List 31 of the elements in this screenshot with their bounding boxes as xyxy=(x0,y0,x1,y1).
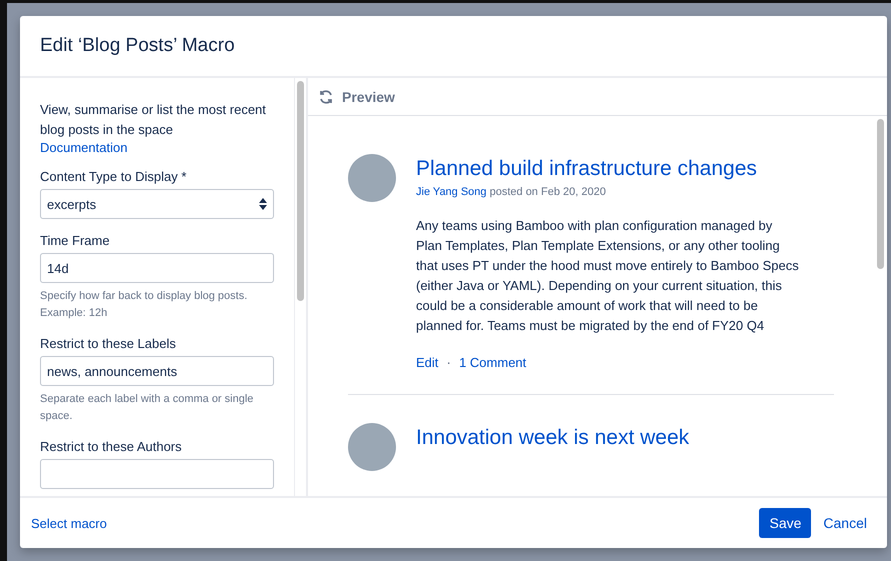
save-button[interactable]: Save xyxy=(759,508,812,538)
post-title-link[interactable]: Planned build infrastructure changes xyxy=(416,154,801,184)
post-action-link[interactable]: 1 Comment xyxy=(459,354,526,370)
input-field[interactable]: news, announcements xyxy=(40,356,274,386)
cancel-button[interactable]: Cancel xyxy=(823,508,867,538)
input-field[interactable]: 14d xyxy=(40,253,274,283)
help-text: Separate each label with a comma or single space. xyxy=(40,392,254,424)
dialog-title: Edit ‘Blog Posts’ Macro xyxy=(40,35,235,57)
select-macro-link[interactable]: Select macro xyxy=(31,516,107,530)
field-label: Time Frame xyxy=(40,232,111,250)
scrollbar-thumb[interactable] xyxy=(877,119,884,269)
post-excerpt: Any teams using Bamboo with plan configuration managed by Plan Templates, Plan Template Extensions, or any other tooling that uses PT under the hood must move entirely to Bamboo Specs (either Java or YAML). Depending on your current situation, this could be a considerable amount of work that will need to be planned for. Teams must be migrated by the end of FY20 Q4 xyxy=(416,217,800,335)
separator-dot: · xyxy=(446,354,452,370)
documentation-link[interactable]: Documentation xyxy=(40,140,274,155)
post-title-link[interactable]: Innovation week is next week xyxy=(416,423,690,453)
avatar-placeholder xyxy=(348,154,396,202)
sort-arrows-icon xyxy=(259,198,267,210)
field-label: Content Type to Display * xyxy=(40,168,188,186)
field-label: Restrict to these Authors xyxy=(40,438,183,456)
post-action-link[interactable]: Edit xyxy=(416,354,438,370)
input-field[interactable] xyxy=(40,459,274,489)
select-field[interactable]: excerpts xyxy=(40,189,274,219)
help-text: Specify how far back to display blog posts. Example: 12h xyxy=(40,289,248,321)
scrollbar-thumb[interactable] xyxy=(297,81,304,301)
refresh-icon xyxy=(318,88,334,104)
description-text: View, summarise or list the most recent blog posts in the space xyxy=(40,101,267,139)
avatar-placeholder xyxy=(348,423,396,471)
preview-title: Preview xyxy=(342,88,395,104)
field-label: Restrict to these Labels xyxy=(40,335,177,353)
author-link[interactable]: Jie Yang Song xyxy=(416,186,487,198)
post-date: posted on Feb 20, 2020 xyxy=(490,186,606,198)
